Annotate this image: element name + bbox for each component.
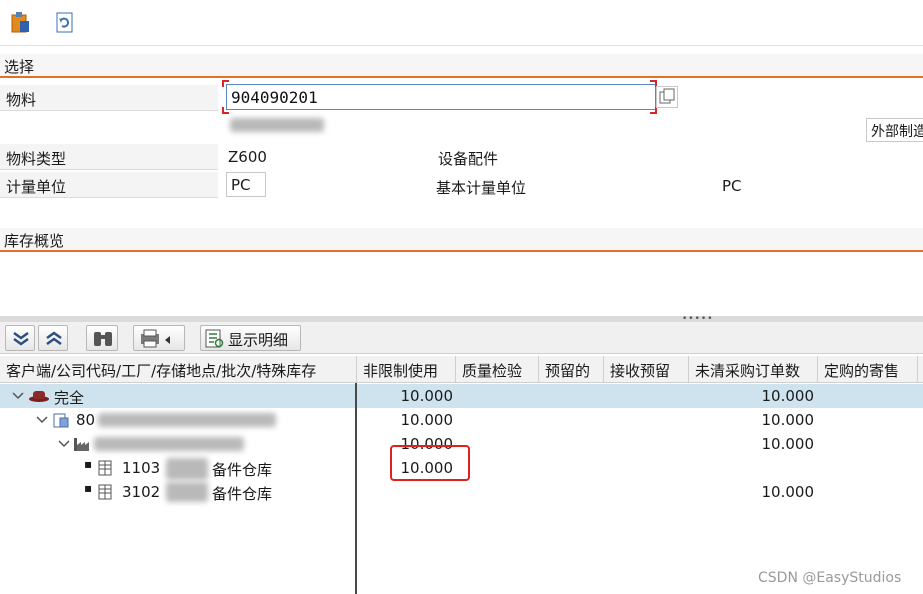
column-header-hierarchy[interactable]: 客户端/公司代码/工厂/存储地点/批次/特殊库存 [0,356,357,383]
expand-all-button[interactable] [5,325,35,351]
plant-icon [74,438,89,451]
stock-overview-title: 库存概览 [4,232,65,250]
open-po-value: 10.000 [761,483,815,501]
plant-name-redacted [94,437,244,451]
storage-location-icon [98,460,112,476]
material-type-description: 设备配件 [438,150,499,168]
column-header-reserved[interactable]: 预留的 [539,356,604,383]
show-details-button[interactable]: 显示明细 [200,325,301,351]
collapse-chevron-icon[interactable] [58,439,70,449]
storage-location-code: 1103 [122,459,161,477]
grid-header: 客户端/公司代码/工厂/存储地点/批次/特殊库存 非限制使用 质量检验 预留的 … [0,356,923,383]
company-name-redacted [98,413,276,427]
storage-location-code: 3102 [122,483,161,501]
selection-title: 选择 [4,58,35,76]
collapse-all-icon [46,331,62,346]
focus-corner-bl [222,107,229,114]
material-description-redacted [230,118,324,132]
storage-location-name: 备件仓库 [212,461,273,479]
company-icon [53,413,69,428]
tree-node-label: 80 [76,411,96,429]
tree-node-label: 完全 [54,389,85,407]
column-divider[interactable] [355,383,357,594]
tree-leaf-bullet: ▪ [84,481,93,495]
refresh-icon[interactable] [52,10,76,34]
tree-leaf-bullet: ▪ [84,457,93,471]
material-type-value: Z600 [228,148,267,166]
grid-toolbar: 显示明细 [0,322,923,354]
collapse-chevron-icon[interactable] [36,415,48,425]
material-label: 物料 [0,85,218,111]
table-row[interactable]: 完全 10.000 10.000 [0,384,923,408]
table-row[interactable]: ▪ 3102 备件仓库 10.000 [0,480,923,504]
column-header-unrestricted[interactable]: 非限制使用 [357,356,456,383]
material-input[interactable] [226,84,656,110]
collapse-all-button[interactable] [38,325,68,351]
storage-location-name-redacted [166,458,208,480]
column-header-open-po[interactable]: 未清采购订单数 [689,356,818,383]
material-type-label: 物料类型 [0,144,218,170]
splitter-grip[interactable]: ••••• [682,315,714,324]
expand-all-icon [13,331,29,346]
find-button[interactable] [86,325,118,351]
show-details-label: 显示明细 [228,331,289,349]
binoculars-icon [94,332,112,346]
open-po-value: 10.000 [761,411,815,429]
print-button[interactable] [133,325,185,351]
storage-location-name-redacted [166,482,208,502]
highlight-box [390,445,470,481]
unrestricted-value: 10.000 [400,387,454,405]
unit-field: PC [226,172,266,197]
base-unit-value: PC [722,177,742,195]
unrestricted-value: 10.000 [400,411,454,429]
collapse-chevron-icon[interactable] [12,391,24,401]
value-help-icon [659,88,675,104]
open-po-value: 10.000 [761,435,815,453]
hat-icon [29,391,49,402]
column-header-consignment-ordered[interactable]: 定购的寄售 [818,356,918,383]
details-icon [205,329,224,348]
storage-location-name: 备件仓库 [212,485,273,503]
selection-section-header: 选择 [0,54,923,78]
table-row[interactable]: 80 10.000 10.000 [0,408,923,432]
printer-icon [141,329,170,348]
column-header-receipt-reservation[interactable]: 接收预留 [604,356,689,383]
stock-overview-header: 库存概览 [0,228,923,252]
storage-location-icon [98,484,112,500]
open-po-value: 10.000 [761,387,815,405]
focus-corner-tl [222,80,229,87]
value-help-button[interactable] [656,86,678,108]
column-header-quality-inspection[interactable]: 质量检验 [456,356,539,383]
unit-label: 计量单位 [0,172,218,198]
focus-corner-br [650,107,657,114]
external-manufacture-button[interactable]: 外部制造 [866,118,923,142]
watermark: CSDN @EasyStudios [758,570,902,586]
application-toolbar [0,0,923,46]
base-unit-label: 基本计量单位 [436,179,527,197]
clipboard-icon[interactable] [8,10,32,34]
